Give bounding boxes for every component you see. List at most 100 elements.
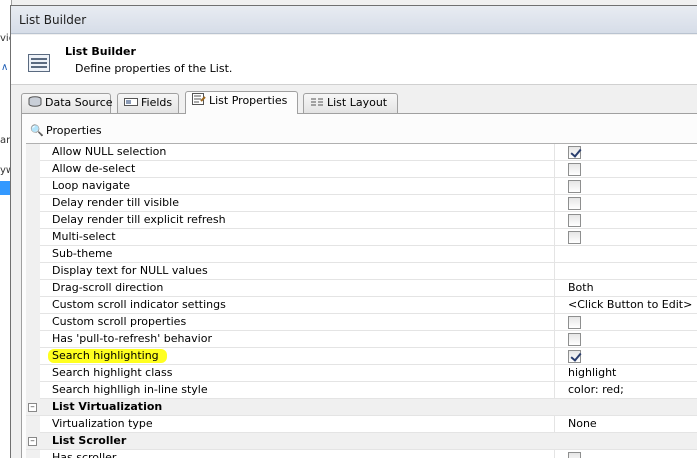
property-checkbox[interactable] bbox=[568, 333, 581, 346]
property-checkbox[interactable] bbox=[568, 231, 581, 244]
section-header[interactable]: – List Virtualization bbox=[26, 399, 697, 416]
property-row[interactable]: Sub-theme bbox=[26, 246, 697, 263]
property-value-cell[interactable] bbox=[556, 195, 697, 212]
properties-title: Properties bbox=[46, 124, 102, 137]
row-gutter bbox=[26, 144, 40, 161]
property-value-cell[interactable] bbox=[556, 178, 697, 195]
row-gutter bbox=[26, 212, 40, 229]
property-value-cell[interactable]: highlight bbox=[556, 365, 697, 382]
property-row[interactable]: Has 'pull-to-refresh' behavior bbox=[26, 331, 697, 348]
property-value-cell[interactable] bbox=[556, 229, 697, 246]
property-name-cell: Search highlligh in-line style bbox=[40, 382, 555, 399]
header-subtitle: Define properties of the List. bbox=[75, 62, 233, 75]
property-value-cell[interactable] bbox=[556, 212, 697, 229]
property-value-cell[interactable]: Both bbox=[556, 280, 697, 297]
property-label: Has 'pull-to-refresh' behavior bbox=[52, 332, 212, 345]
property-checkbox[interactable] bbox=[568, 163, 581, 176]
property-value-cell[interactable] bbox=[556, 331, 697, 348]
tab-label: Fields bbox=[141, 96, 173, 109]
property-label: Multi-select bbox=[52, 230, 116, 243]
property-checkbox[interactable] bbox=[568, 214, 581, 227]
property-name-cell: Allow NULL selection bbox=[40, 144, 555, 161]
property-name-cell: Search highlighting bbox=[40, 348, 555, 365]
property-label: Display text for NULL values bbox=[52, 264, 208, 277]
row-gutter bbox=[26, 161, 40, 178]
list-builder-dialog: List Builder List Builder Define propert… bbox=[10, 5, 697, 458]
property-row[interactable]: Custom scroll properties bbox=[26, 314, 697, 331]
property-value-cell[interactable]: <Click Button to Edit> bbox=[556, 297, 697, 314]
property-value-cell[interactable]: color: red; bbox=[556, 382, 697, 399]
property-checkbox[interactable] bbox=[568, 452, 581, 458]
row-gutter bbox=[26, 365, 40, 382]
property-row[interactable]: Delay render till visible bbox=[26, 195, 697, 212]
property-checkbox[interactable] bbox=[568, 316, 581, 329]
fields-icon bbox=[124, 95, 138, 106]
tab-fields[interactable]: Fields bbox=[117, 93, 179, 113]
property-name-cell: Multi-select bbox=[40, 229, 555, 246]
property-value: highlight bbox=[568, 366, 617, 379]
section-title: List Scroller bbox=[52, 434, 127, 447]
properties-icon bbox=[192, 93, 206, 105]
property-label: Search highlighting bbox=[52, 349, 159, 362]
property-row[interactable]: Delay render till explicit refresh bbox=[26, 212, 697, 229]
property-name-cell: Search highlight class bbox=[40, 365, 555, 382]
property-row[interactable]: Custom scroll indicator settings <Click B… bbox=[26, 297, 697, 314]
property-name-cell: Has scroller bbox=[40, 450, 555, 458]
property-row[interactable]: Multi-select bbox=[26, 229, 697, 246]
layout-icon bbox=[310, 95, 324, 106]
property-value-cell[interactable] bbox=[556, 246, 697, 263]
section-title: List Virtualization bbox=[52, 400, 163, 413]
property-value-cell[interactable] bbox=[556, 314, 697, 331]
tab-data-source[interactable]: Data Source bbox=[21, 93, 113, 113]
property-label: Virtualization type bbox=[52, 417, 153, 430]
row-gutter bbox=[26, 314, 40, 331]
window-title: List Builder bbox=[11, 6, 697, 34]
row-gutter bbox=[26, 331, 40, 348]
tab-list-properties[interactable]: List Properties bbox=[185, 91, 298, 114]
property-name-cell: Allow de-select bbox=[40, 161, 555, 178]
property-checkbox[interactable] bbox=[568, 146, 581, 159]
property-value-cell[interactable] bbox=[556, 263, 697, 280]
property-checkbox[interactable] bbox=[568, 180, 581, 193]
property-value-cell[interactable] bbox=[556, 144, 697, 161]
property-name-cell: Sub-theme bbox=[40, 246, 555, 263]
property-row[interactable]: Virtualization type None bbox=[26, 416, 697, 433]
row-gutter bbox=[26, 297, 40, 314]
property-checkbox[interactable] bbox=[568, 197, 581, 210]
property-row[interactable]: Loop navigate bbox=[26, 178, 697, 195]
property-label: Custom scroll indicator settings bbox=[52, 298, 226, 311]
property-value-cell[interactable] bbox=[556, 348, 697, 365]
property-value: color: red; bbox=[568, 383, 624, 396]
property-value: Both bbox=[568, 281, 594, 294]
property-row[interactable]: Has scroller bbox=[26, 450, 697, 458]
property-value-cell[interactable] bbox=[556, 161, 697, 178]
property-row[interactable]: Allow de-select bbox=[26, 161, 697, 178]
tab-list-layout[interactable]: List Layout bbox=[303, 93, 398, 113]
row-gutter bbox=[26, 178, 40, 195]
property-value-cell[interactable] bbox=[556, 450, 697, 458]
property-name-cell: Delay render till explicit refresh bbox=[40, 212, 555, 229]
property-label: Sub-theme bbox=[52, 247, 113, 260]
property-row[interactable]: Drag-scroll direction Both bbox=[26, 280, 697, 297]
property-name-cell: Custom scroll properties bbox=[40, 314, 555, 331]
property-name-cell: Delay render till visible bbox=[40, 195, 555, 212]
row-gutter bbox=[26, 263, 40, 280]
tab-label: Data Source bbox=[45, 96, 113, 109]
collapse-icon[interactable]: – bbox=[28, 403, 37, 412]
row-gutter bbox=[26, 280, 40, 297]
property-name-cell: Display text for NULL values bbox=[40, 263, 555, 280]
property-row[interactable]: Search highlight class highlight bbox=[26, 365, 697, 382]
property-label: Allow de-select bbox=[52, 162, 136, 175]
property-checkbox[interactable] bbox=[568, 350, 581, 363]
section-header[interactable]: – List Scroller bbox=[26, 433, 697, 450]
property-label: Allow NULL selection bbox=[52, 145, 167, 158]
property-row[interactable]: Search highlighting bbox=[26, 348, 697, 365]
property-row[interactable]: Search highlligh in-line style color: red… bbox=[26, 382, 697, 399]
collapse-icon[interactable]: – bbox=[28, 437, 37, 446]
property-row[interactable]: Allow NULL selection bbox=[26, 144, 697, 161]
chevron-up-icon: ∧ bbox=[1, 62, 9, 73]
property-value-cell[interactable]: None bbox=[556, 416, 697, 433]
property-row[interactable]: Display text for NULL values bbox=[26, 263, 697, 280]
property-name-cell: Has 'pull-to-refresh' behavior bbox=[40, 331, 555, 348]
properties-header: 🔍 Properties bbox=[30, 124, 102, 137]
